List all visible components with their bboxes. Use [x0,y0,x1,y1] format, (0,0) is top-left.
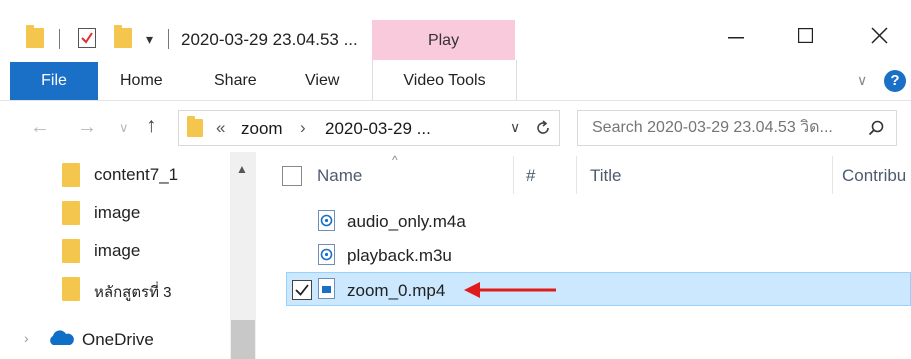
nav-item-content7-1[interactable]: content7_1 [94,165,178,185]
column-contributing-artists[interactable]: Contribu [842,166,906,186]
search-icon[interactable] [868,120,884,136]
file-name-zoom-0[interactable]: zoom_0.mp4 [347,281,445,301]
file-name-playback[interactable]: playback.m3u [347,246,452,266]
select-all-checkbox[interactable] [282,166,302,186]
folder-icon [187,116,203,137]
nav-item-image[interactable]: image [94,241,140,261]
address-overflow[interactable]: « [216,118,225,138]
search-box[interactable] [577,110,897,146]
nav-item-course-3[interactable]: หลักสูตรที่ 3 [94,280,172,304]
scroll-up-icon[interactable]: ▲ [236,162,248,176]
playlist-file-icon [318,244,336,271]
folder-icon [62,163,80,187]
expand-chevron-icon[interactable]: › [24,330,29,346]
minimize-button[interactable] [706,17,766,57]
back-arrow-icon[interactable]: ← [30,116,50,139]
media-file-icon [318,210,336,237]
nav-item-onedrive[interactable]: OneDrive [82,330,154,350]
column-number[interactable]: # [526,166,535,186]
tab-view[interactable]: View [305,72,339,90]
new-folder-icon[interactable] [114,25,132,48]
play-tab-label: Play [427,32,460,49]
tab-video-tools-label: Video Tools [403,72,486,89]
nav-item-image[interactable]: image [94,203,140,223]
toolbar-separator [168,29,169,49]
expand-ribbon-icon[interactable]: ∨ [857,72,867,89]
play-tab-group[interactable]: Play [372,20,515,60]
file-name-audio-only[interactable]: audio_only.m4a [347,212,466,232]
window-title: 2020-03-29 23.04.53 ... [181,30,358,49]
customize-toolbar-icon[interactable]: ▾ [146,31,153,48]
column-divider[interactable] [576,156,577,194]
breadcrumb-zoom[interactable]: zoom [241,119,283,139]
forward-arrow-icon[interactable]: → [77,116,97,139]
sort-ascending-icon: ^ [392,153,398,167]
tab-share[interactable]: Share [214,72,257,90]
tab-home[interactable]: Home [120,72,163,90]
up-arrow-icon[interactable]: ↑ [146,114,157,138]
folder-icon [62,239,80,263]
help-label: ? [890,72,900,89]
breadcrumb-current[interactable]: 2020-03-29 ... [325,119,431,139]
ribbon-divider [0,100,911,101]
close-button[interactable] [848,17,908,57]
address-dropdown-icon[interactable]: ∨ [510,119,520,136]
refresh-icon[interactable] [534,119,552,137]
folder-icon [62,201,80,225]
annotation-arrow-icon [464,282,556,298]
onedrive-icon [50,330,74,345]
search-input[interactable] [590,116,856,140]
column-name[interactable]: Name [317,166,362,186]
help-icon[interactable]: ? [884,70,906,92]
scrollbar-thumb[interactable] [231,320,255,359]
address-bar[interactable]: « zoom › 2020-03-29 ... ∨ [178,110,560,146]
tab-video-tools[interactable]: Video Tools [372,60,517,100]
video-file-icon [318,278,336,305]
maximize-button[interactable] [774,17,834,57]
properties-icon[interactable] [78,28,96,48]
tab-file[interactable]: File [10,62,98,100]
folder-icon [62,277,80,301]
row-checkbox-checked[interactable] [292,280,312,300]
toolbar-separator [59,29,60,49]
column-title[interactable]: Title [590,166,622,186]
breadcrumb-separator[interactable]: › [300,118,306,138]
column-divider[interactable] [832,156,833,194]
column-divider[interactable] [513,156,514,194]
tab-file-label: File [41,72,67,89]
folder-icon[interactable] [26,25,44,48]
recent-locations-icon[interactable]: ∨ [119,120,129,136]
